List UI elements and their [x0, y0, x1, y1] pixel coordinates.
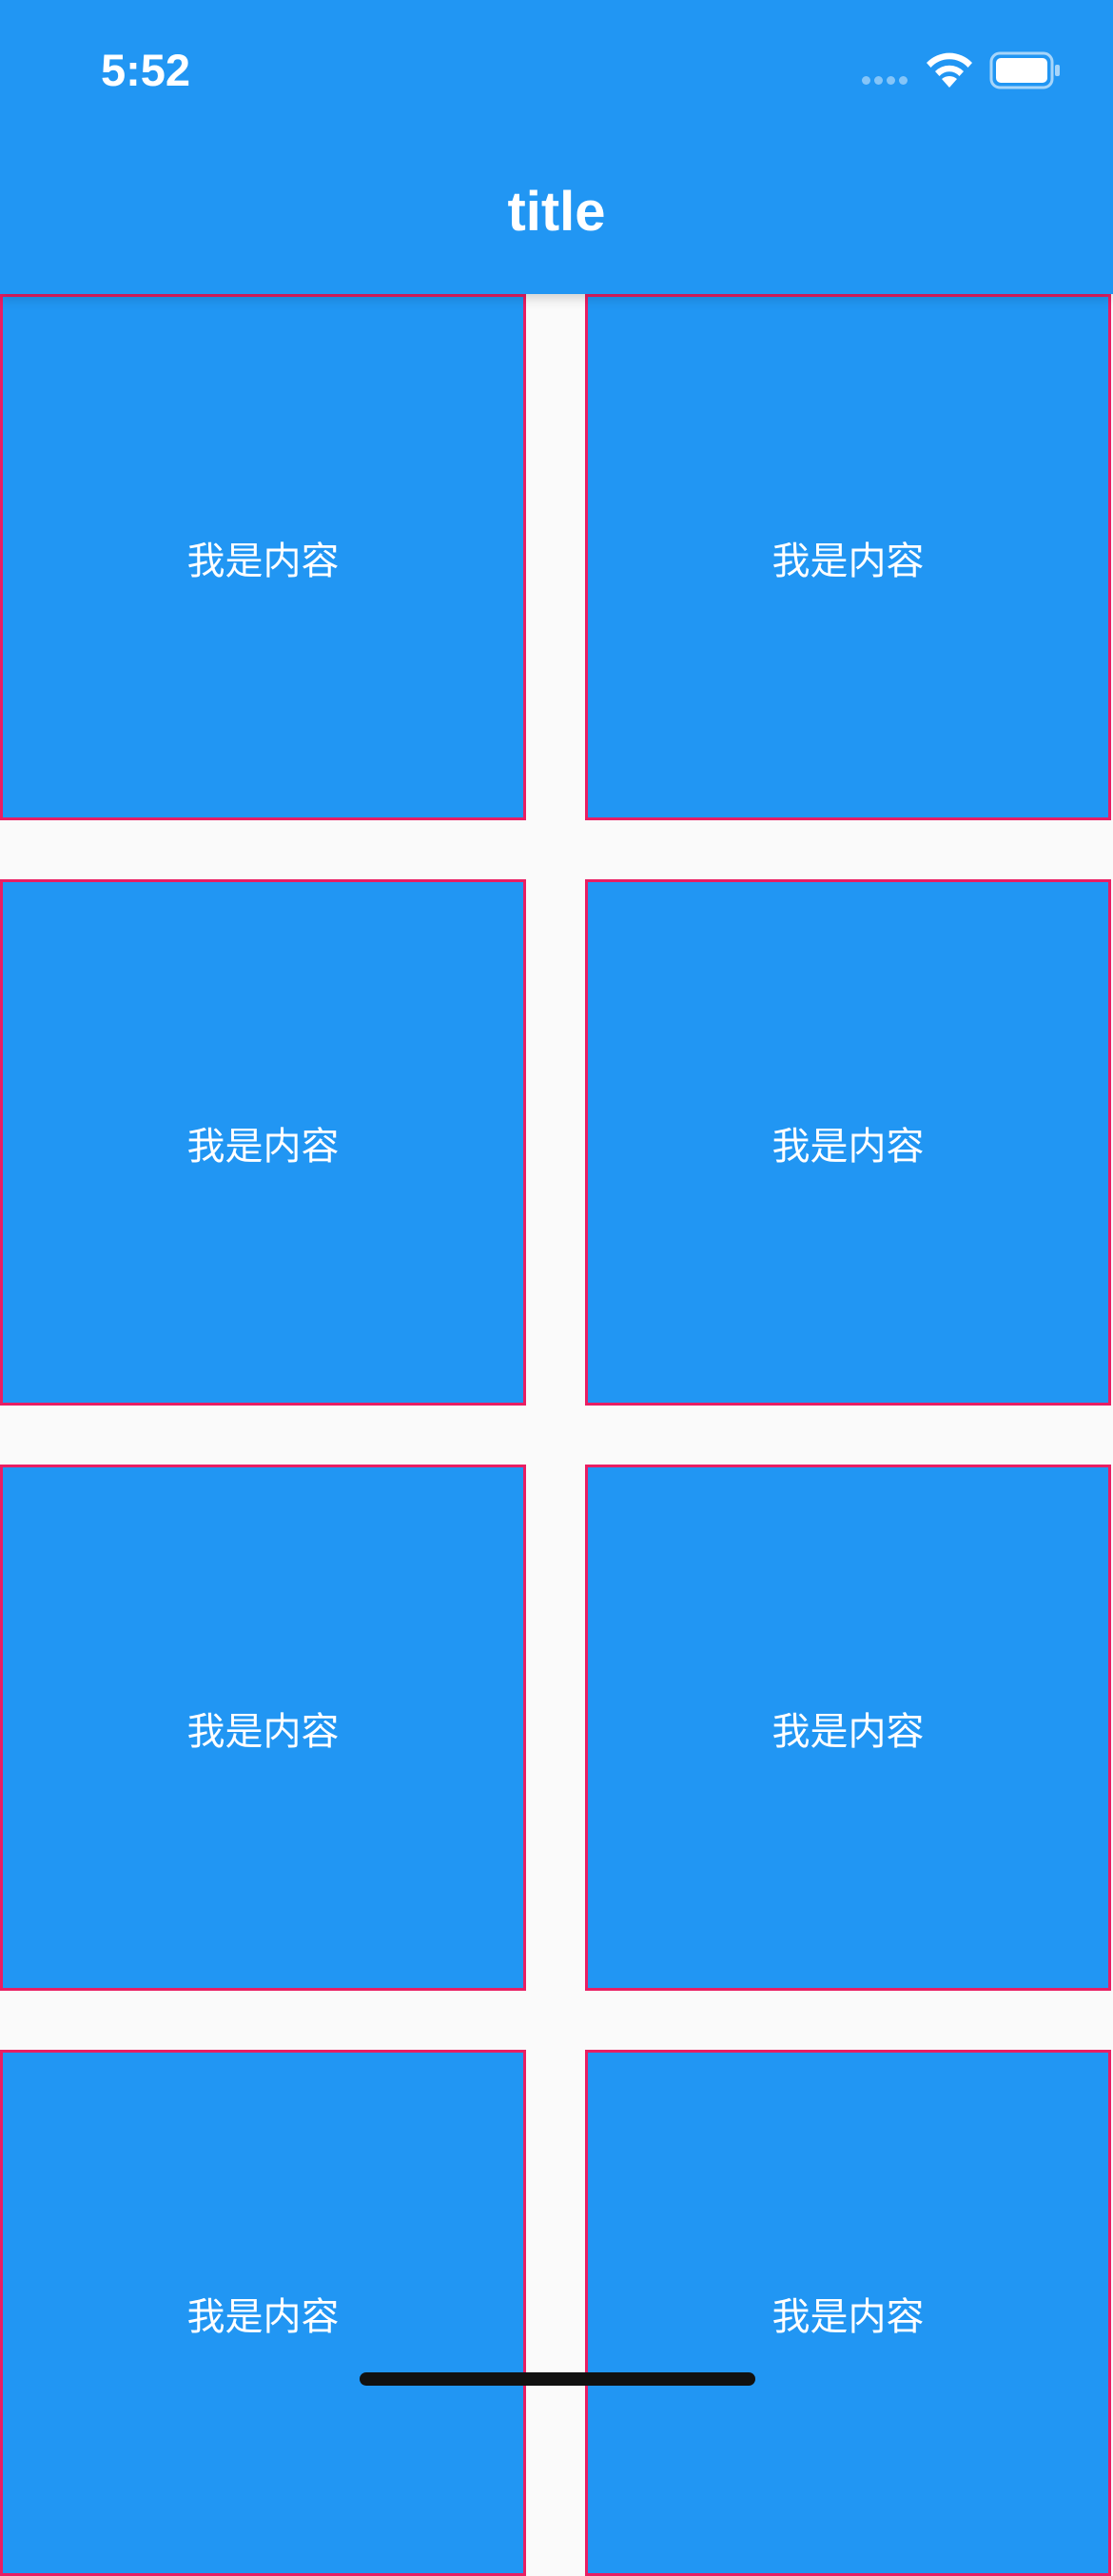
grid-item[interactable]: 我是内容 — [0, 1465, 526, 1991]
wifi-icon — [927, 52, 972, 88]
content-grid[interactable]: 我是内容 我是内容 我是内容 我是内容 我是内容 我是内容 我是内容 我是内容 — [0, 294, 1113, 2576]
grid-item[interactable]: 我是内容 — [585, 879, 1111, 1406]
app-header: 5:52 title — [0, 0, 1113, 294]
grid-item-label: 我是内容 — [771, 539, 925, 583]
grid-item[interactable]: 我是内容 — [585, 2050, 1111, 2576]
battery-icon — [989, 51, 1060, 89]
grid-item[interactable]: 我是内容 — [0, 2050, 526, 2576]
grid-item[interactable]: 我是内容 — [0, 879, 526, 1406]
grid-item[interactable]: 我是内容 — [585, 1465, 1111, 1991]
grid-item[interactable]: 我是内容 — [585, 294, 1111, 820]
grid-item-label: 我是内容 — [771, 2294, 925, 2339]
grid-item-label: 我是内容 — [186, 539, 340, 583]
signal-icon — [862, 76, 915, 88]
grid-item[interactable]: 我是内容 — [0, 294, 526, 820]
grid-item-label: 我是内容 — [186, 1124, 340, 1169]
home-indicator[interactable] — [360, 2372, 755, 2386]
grid-item-label: 我是内容 — [186, 1709, 340, 1754]
status-bar-time: 5:52 — [101, 45, 191, 95]
grid-item-label: 我是内容 — [771, 1124, 925, 1169]
grid-item-label: 我是内容 — [186, 2294, 340, 2339]
grid-item-label: 我是内容 — [771, 1709, 925, 1754]
page-title: title — [507, 181, 606, 243]
